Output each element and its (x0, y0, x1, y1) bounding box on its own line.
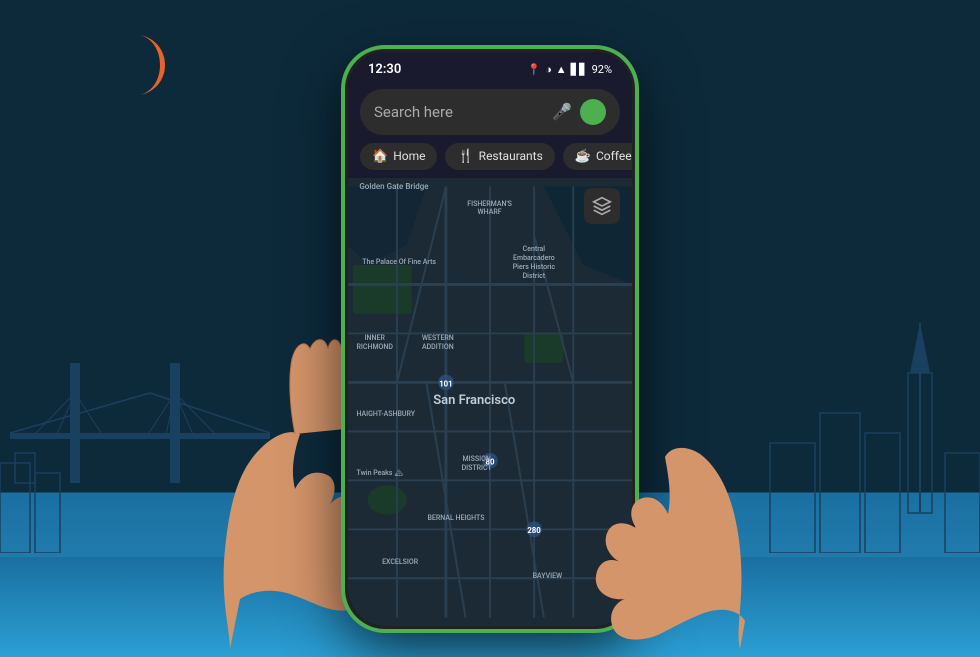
hand-right (580, 269, 760, 649)
svg-text:80: 80 (486, 457, 495, 466)
brightness-icon: ◑ (545, 63, 552, 76)
search-placeholder: Search here (374, 103, 544, 121)
coffee-icon: ☕ (575, 149, 591, 164)
chips-row: 🏠 Home 🍴 Restaurants ☕ Coffee 🍸 B... (348, 143, 632, 178)
chip-coffee-label: Coffee (596, 149, 632, 163)
signal-icon: ▋▋ (571, 63, 588, 76)
search-bar[interactable]: Search here 🎤 (360, 89, 620, 135)
hand-phone-container: 12:30 📍 ◑ ▲ ▋▋ 92% Search here 🎤 (240, 29, 740, 649)
chip-home-label: Home (393, 149, 425, 163)
chip-home[interactable]: 🏠 Home (360, 143, 437, 170)
wifi-icon: ▲ (556, 63, 567, 76)
home-icon: 🏠 (372, 149, 388, 164)
chip-restaurants-label: Restaurants (479, 149, 543, 163)
svg-text:101: 101 (439, 379, 452, 388)
location-icon: 📍 (527, 63, 541, 76)
profile-dot[interactable] (580, 99, 606, 125)
chip-restaurants[interactable]: 🍴 Restaurants (445, 143, 554, 170)
restaurants-icon: 🍴 (457, 149, 473, 164)
skyline-right (760, 313, 980, 557)
layers-button[interactable] (584, 188, 620, 224)
chip-coffee[interactable]: ☕ Coffee (563, 143, 632, 170)
mic-icon[interactable]: 🎤 (552, 102, 572, 121)
svg-text:280: 280 (527, 526, 541, 535)
battery-text: 92% (592, 63, 612, 76)
status-bar: 12:30 📍 ◑ ▲ ▋▋ 92% (348, 52, 632, 83)
status-icons: 📍 ◑ ▲ ▋▋ 92% (527, 63, 612, 76)
status-time: 12:30 (368, 62, 401, 77)
